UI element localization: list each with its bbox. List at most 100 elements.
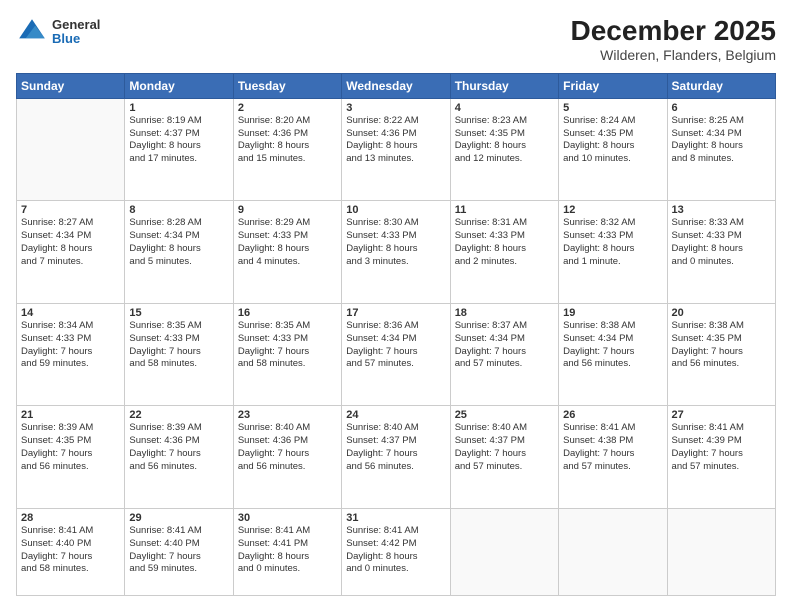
day-info: Sunrise: 8:36 AM Sunset: 4:34 PM Dayligh… — [346, 320, 445, 371]
day-number: 4 — [455, 102, 554, 114]
day-cell: 1Sunrise: 8:19 AM Sunset: 4:37 PM Daylig… — [125, 98, 233, 201]
day-info: Sunrise: 8:39 AM Sunset: 4:36 PM Dayligh… — [129, 422, 228, 473]
day-cell: 18Sunrise: 8:37 AM Sunset: 4:34 PM Dayli… — [450, 303, 558, 406]
month-title: December 2025 — [571, 16, 776, 47]
page: General Blue December 2025 Wilderen, Fla… — [0, 0, 792, 612]
day-info: Sunrise: 8:41 AM Sunset: 4:38 PM Dayligh… — [563, 422, 662, 473]
day-number: 30 — [238, 512, 337, 524]
weekday-header-saturday: Saturday — [667, 73, 775, 98]
day-number: 17 — [346, 307, 445, 319]
day-info: Sunrise: 8:33 AM Sunset: 4:33 PM Dayligh… — [672, 217, 771, 268]
day-number: 14 — [21, 307, 120, 319]
day-info: Sunrise: 8:35 AM Sunset: 4:33 PM Dayligh… — [129, 320, 228, 371]
day-number: 27 — [672, 409, 771, 421]
day-cell: 24Sunrise: 8:40 AM Sunset: 4:37 PM Dayli… — [342, 406, 450, 509]
day-info: Sunrise: 8:25 AM Sunset: 4:34 PM Dayligh… — [672, 115, 771, 166]
day-info: Sunrise: 8:41 AM Sunset: 4:40 PM Dayligh… — [21, 525, 120, 576]
title-block: December 2025 Wilderen, Flanders, Belgiu… — [571, 16, 776, 63]
day-number: 18 — [455, 307, 554, 319]
day-cell: 7Sunrise: 8:27 AM Sunset: 4:34 PM Daylig… — [17, 201, 125, 304]
day-cell: 31Sunrise: 8:41 AM Sunset: 4:42 PM Dayli… — [342, 508, 450, 595]
day-number: 3 — [346, 102, 445, 114]
location: Wilderen, Flanders, Belgium — [571, 47, 776, 63]
weekday-header-friday: Friday — [559, 73, 667, 98]
day-info: Sunrise: 8:19 AM Sunset: 4:37 PM Dayligh… — [129, 115, 228, 166]
day-cell: 29Sunrise: 8:41 AM Sunset: 4:40 PM Dayli… — [125, 508, 233, 595]
day-info: Sunrise: 8:34 AM Sunset: 4:33 PM Dayligh… — [21, 320, 120, 371]
day-info: Sunrise: 8:41 AM Sunset: 4:40 PM Dayligh… — [129, 525, 228, 576]
weekday-header-thursday: Thursday — [450, 73, 558, 98]
day-info: Sunrise: 8:37 AM Sunset: 4:34 PM Dayligh… — [455, 320, 554, 371]
day-number: 24 — [346, 409, 445, 421]
day-cell: 16Sunrise: 8:35 AM Sunset: 4:33 PM Dayli… — [233, 303, 341, 406]
day-info: Sunrise: 8:41 AM Sunset: 4:41 PM Dayligh… — [238, 525, 337, 576]
weekday-header-tuesday: Tuesday — [233, 73, 341, 98]
day-cell: 30Sunrise: 8:41 AM Sunset: 4:41 PM Dayli… — [233, 508, 341, 595]
day-number: 20 — [672, 307, 771, 319]
day-number: 1 — [129, 102, 228, 114]
logo-blue: Blue — [52, 32, 100, 46]
day-cell: 20Sunrise: 8:38 AM Sunset: 4:35 PM Dayli… — [667, 303, 775, 406]
day-number: 11 — [455, 204, 554, 216]
day-info: Sunrise: 8:41 AM Sunset: 4:42 PM Dayligh… — [346, 525, 445, 576]
day-info: Sunrise: 8:23 AM Sunset: 4:35 PM Dayligh… — [455, 115, 554, 166]
day-cell — [17, 98, 125, 201]
week-row-5: 28Sunrise: 8:41 AM Sunset: 4:40 PM Dayli… — [17, 508, 776, 595]
day-number: 19 — [563, 307, 662, 319]
day-number: 8 — [129, 204, 228, 216]
day-number: 15 — [129, 307, 228, 319]
day-cell: 27Sunrise: 8:41 AM Sunset: 4:39 PM Dayli… — [667, 406, 775, 509]
week-row-1: 1Sunrise: 8:19 AM Sunset: 4:37 PM Daylig… — [17, 98, 776, 201]
weekday-header-wednesday: Wednesday — [342, 73, 450, 98]
day-info: Sunrise: 8:29 AM Sunset: 4:33 PM Dayligh… — [238, 217, 337, 268]
day-cell: 14Sunrise: 8:34 AM Sunset: 4:33 PM Dayli… — [17, 303, 125, 406]
day-cell — [667, 508, 775, 595]
day-cell: 2Sunrise: 8:20 AM Sunset: 4:36 PM Daylig… — [233, 98, 341, 201]
day-cell: 10Sunrise: 8:30 AM Sunset: 4:33 PM Dayli… — [342, 201, 450, 304]
day-info: Sunrise: 8:31 AM Sunset: 4:33 PM Dayligh… — [455, 217, 554, 268]
day-cell: 11Sunrise: 8:31 AM Sunset: 4:33 PM Dayli… — [450, 201, 558, 304]
day-number: 9 — [238, 204, 337, 216]
day-info: Sunrise: 8:38 AM Sunset: 4:34 PM Dayligh… — [563, 320, 662, 371]
day-number: 13 — [672, 204, 771, 216]
day-cell: 4Sunrise: 8:23 AM Sunset: 4:35 PM Daylig… — [450, 98, 558, 201]
logo-general: General — [52, 18, 100, 32]
day-number: 6 — [672, 102, 771, 114]
day-number: 2 — [238, 102, 337, 114]
day-cell: 5Sunrise: 8:24 AM Sunset: 4:35 PM Daylig… — [559, 98, 667, 201]
day-info: Sunrise: 8:22 AM Sunset: 4:36 PM Dayligh… — [346, 115, 445, 166]
day-info: Sunrise: 8:30 AM Sunset: 4:33 PM Dayligh… — [346, 217, 445, 268]
day-number: 26 — [563, 409, 662, 421]
day-info: Sunrise: 8:39 AM Sunset: 4:35 PM Dayligh… — [21, 422, 120, 473]
day-cell: 12Sunrise: 8:32 AM Sunset: 4:33 PM Dayli… — [559, 201, 667, 304]
day-cell: 28Sunrise: 8:41 AM Sunset: 4:40 PM Dayli… — [17, 508, 125, 595]
day-number: 31 — [346, 512, 445, 524]
day-info: Sunrise: 8:40 AM Sunset: 4:37 PM Dayligh… — [455, 422, 554, 473]
day-info: Sunrise: 8:27 AM Sunset: 4:34 PM Dayligh… — [21, 217, 120, 268]
day-cell: 3Sunrise: 8:22 AM Sunset: 4:36 PM Daylig… — [342, 98, 450, 201]
day-number: 5 — [563, 102, 662, 114]
day-cell: 13Sunrise: 8:33 AM Sunset: 4:33 PM Dayli… — [667, 201, 775, 304]
day-info: Sunrise: 8:38 AM Sunset: 4:35 PM Dayligh… — [672, 320, 771, 371]
day-cell: 22Sunrise: 8:39 AM Sunset: 4:36 PM Dayli… — [125, 406, 233, 509]
day-number: 16 — [238, 307, 337, 319]
day-cell — [450, 508, 558, 595]
day-number: 7 — [21, 204, 120, 216]
day-cell — [559, 508, 667, 595]
day-info: Sunrise: 8:35 AM Sunset: 4:33 PM Dayligh… — [238, 320, 337, 371]
logo-text: General Blue — [52, 18, 100, 47]
weekday-header-monday: Monday — [125, 73, 233, 98]
day-cell: 9Sunrise: 8:29 AM Sunset: 4:33 PM Daylig… — [233, 201, 341, 304]
day-cell: 15Sunrise: 8:35 AM Sunset: 4:33 PM Dayli… — [125, 303, 233, 406]
day-number: 28 — [21, 512, 120, 524]
day-number: 21 — [21, 409, 120, 421]
day-number: 23 — [238, 409, 337, 421]
calendar: SundayMondayTuesdayWednesdayThursdayFrid… — [16, 73, 776, 596]
day-number: 12 — [563, 204, 662, 216]
day-number: 10 — [346, 204, 445, 216]
day-info: Sunrise: 8:40 AM Sunset: 4:36 PM Dayligh… — [238, 422, 337, 473]
weekday-header-sunday: Sunday — [17, 73, 125, 98]
day-cell: 23Sunrise: 8:40 AM Sunset: 4:36 PM Dayli… — [233, 406, 341, 509]
week-row-3: 14Sunrise: 8:34 AM Sunset: 4:33 PM Dayli… — [17, 303, 776, 406]
day-cell: 21Sunrise: 8:39 AM Sunset: 4:35 PM Dayli… — [17, 406, 125, 509]
